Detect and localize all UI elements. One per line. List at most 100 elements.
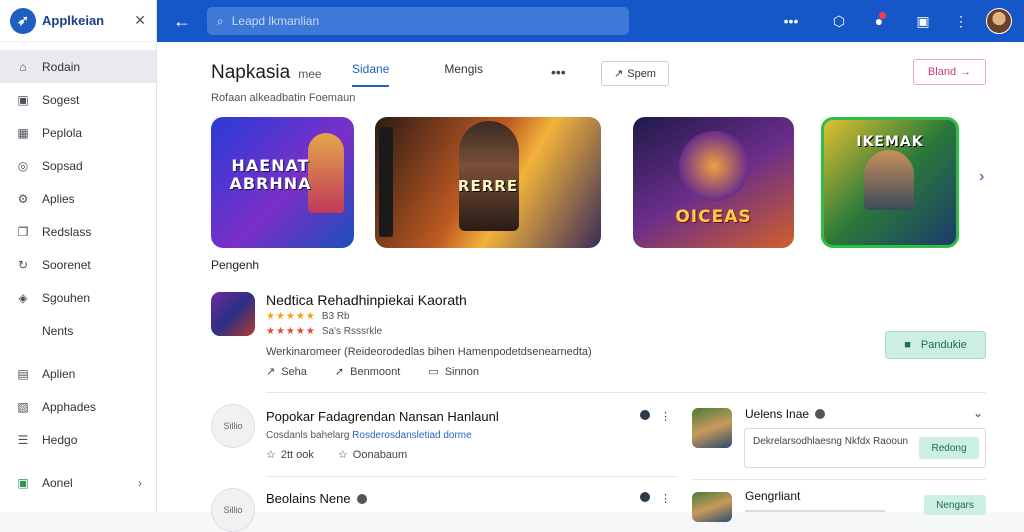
home-icon: ⌂ (19, 59, 27, 74)
more-tabs-icon[interactable]: ••• (551, 64, 566, 80)
panel-app-icon[interactable] (692, 408, 732, 448)
list-icon: ☰ (17, 432, 29, 447)
star-rating-icon: ★★★★★ (266, 326, 316, 337)
brand-button[interactable]: Bland → (913, 59, 986, 85)
back-arrow-icon[interactable]: ← (157, 11, 207, 32)
info-icon[interactable] (640, 492, 650, 502)
search-input[interactable] (231, 14, 592, 28)
banner-card-4[interactable]: IKEMAK (821, 117, 959, 248)
section-title: Pengenh (211, 258, 260, 272)
bookmark-action[interactable]: ☆ Oonabaum (337, 448, 407, 462)
chevron-right-icon: › (138, 475, 142, 490)
share-action[interactable]: ↗ Seha (266, 365, 307, 379)
more-vertical-icon[interactable]: ⋮ (660, 492, 671, 505)
settings-icon[interactable]: ⬡ (820, 0, 858, 42)
sidebar-item-aonel[interactable]: ▣ Aonel › (0, 466, 156, 499)
image-icon: ▧ (17, 399, 29, 414)
page-header: Napkasia mee (211, 62, 322, 84)
window-icon[interactable]: ▣ (904, 0, 942, 42)
sidebar-nav: ⌂ Rodain ▣ Sogest ▦ Peplola ◎ Sopsad ⚙ Aplies… (0, 50, 156, 499)
panel-card-button[interactable]: Redong (919, 437, 979, 459)
like-action[interactable]: ☆ 2tt ook (266, 448, 314, 462)
tab-sidane[interactable]: Sidane (352, 62, 390, 87)
sidebar-item-sogest[interactable]: ▣ Sogest (0, 83, 156, 116)
featured-install-button[interactable]: ■ Pandukie (885, 331, 986, 359)
panel-app-icon[interactable] (692, 492, 732, 522)
sidebar-item-apphades[interactable]: ▧ Apphades (0, 390, 156, 423)
sidebar-item-peplola[interactable]: ▦ Peplola (0, 116, 156, 149)
tab-bar: Sidane Mengis (352, 62, 538, 87)
sort-button[interactable]: ↗ Spem (601, 61, 669, 86)
arrow-up-icon: ↗ (614, 68, 624, 80)
search-box[interactable]: ⌕ (207, 7, 629, 35)
list-item-title[interactable]: Beolains Nene (266, 491, 367, 506)
list-item-icon[interactable]: Sillio (211, 488, 255, 532)
page-title-sub: mee (298, 67, 322, 81)
rating-row-2: ★★★★★ Sa's Rsssrkle (266, 326, 383, 337)
notification-icon[interactable]: ● (860, 0, 898, 42)
sidebar-item-sgouhen[interactable]: ◈ Sgouhen (0, 281, 156, 314)
share-icon: ↗ (266, 366, 276, 378)
more-horizontal-icon[interactable]: ••• (772, 0, 810, 42)
topbar-actions: ••• ⬡ ● ▣ ⋮ (772, 0, 1024, 42)
banner-title: IKEMAK (856, 134, 924, 150)
list-item-meta: ☆ 2tt ook ☆ Oonabaum (266, 448, 407, 462)
banner-title: HAENAT ABRHNA (229, 156, 312, 193)
list-item-subtitle: Cosdanls bahelarg Rosderosdansletiad dor… (266, 430, 472, 441)
verified-icon (815, 409, 826, 419)
divider (692, 479, 986, 480)
sidebar-header: ➶ Applkeian ✕ (0, 0, 156, 42)
tab-mengis[interactable]: Mengis (444, 62, 483, 87)
panel-second-title: Gengrliant (745, 489, 801, 503)
list-item-title[interactable]: Popokar Fadagrendan Nansan Hanlaunl (266, 409, 499, 424)
panel-title: Uelens Inae (745, 407, 826, 421)
banner-title: OICEAS (675, 207, 752, 227)
sidebar-item-rodain[interactable]: ⌂ Rodain (0, 50, 156, 83)
tag-icon: ◈ (18, 290, 28, 305)
sidebar-item-redslass[interactable]: ❐ Redslass (0, 215, 156, 248)
top-bar: ← ⌕ ••• ⬡ ● ▣ ⋮ (157, 0, 1024, 42)
sidebar-item-sopsad[interactable]: ◎ Sopsad (0, 149, 156, 182)
chevron-down-icon[interactable]: ⌄ (973, 406, 983, 420)
list-item-icon[interactable]: Sillio (211, 404, 255, 448)
featured-app-description: Werkinaromeer (Reideorodedlas bihen Hame… (266, 346, 592, 358)
star-outline-icon: ☆ (337, 449, 348, 461)
list-item-actions: ⋮ (640, 410, 671, 423)
panel-card: Dekrelarsodhlaesng Nkfdx Raooun Redong (744, 428, 986, 468)
notification-badge (879, 12, 886, 19)
sidebar-item-aplien[interactable]: ▤ Aplien (0, 357, 156, 390)
more-vertical-icon[interactable]: ⋮ (942, 0, 980, 42)
featured-app-icon[interactable] (211, 292, 255, 336)
list-item-link[interactable]: Rosderosdansletiad dorme (352, 430, 472, 441)
divider (266, 392, 986, 393)
banner-title: RERRE (457, 177, 519, 195)
app-logo-icon[interactable]: ➶ (10, 7, 36, 34)
grid-icon: ▦ (17, 125, 29, 140)
section-subtitle: Rofaan alkeadbatin Foemaun (211, 92, 356, 104)
lock-icon: ■ (904, 339, 911, 351)
message-action[interactable]: ▭ Sinnon (428, 365, 479, 379)
comment-action[interactable]: ➚ Benmoont (335, 365, 400, 379)
sidebar-item-soorenet[interactable]: ↻ Soorenet (0, 248, 156, 281)
panel-second-button[interactable]: Nengars (924, 495, 986, 515)
verified-icon (356, 493, 367, 504)
avatar[interactable] (986, 8, 1012, 34)
banner-card-3[interactable]: OICEAS (633, 117, 794, 248)
sidebar-item-nents[interactable]: Nents (0, 314, 156, 347)
featured-app-title[interactable]: Nedtica Rehadhinpiekai Kaorath (266, 292, 467, 308)
info-icon[interactable] (640, 410, 650, 420)
refresh-icon: ↻ (17, 257, 29, 272)
panel-card-text: Dekrelarsodhlaesng Nkfdx Raooun (753, 436, 909, 447)
hero-figure (864, 150, 914, 210)
close-icon[interactable]: ✕ (134, 12, 146, 29)
rating-row-1: ★★★★★ B3 Rb (266, 311, 350, 322)
carousel-next-icon[interactable]: › (979, 168, 984, 186)
arrow-right-icon: → (960, 66, 972, 78)
sidebar-item-hedgo[interactable]: ☰ Hedgo (0, 423, 156, 456)
chat-icon: ▭ (428, 366, 439, 378)
more-vertical-icon[interactable]: ⋮ (660, 410, 671, 423)
sidebar-item-aplies[interactable]: ⚙ Aplies (0, 182, 156, 215)
featured-actions: ↗ Seha ➚ Benmoont ▭ Sinnon (266, 365, 479, 379)
banner-card-2[interactable]: RERRE (375, 117, 601, 248)
banner-card-1[interactable]: HAENAT ABRHNA (211, 117, 354, 248)
